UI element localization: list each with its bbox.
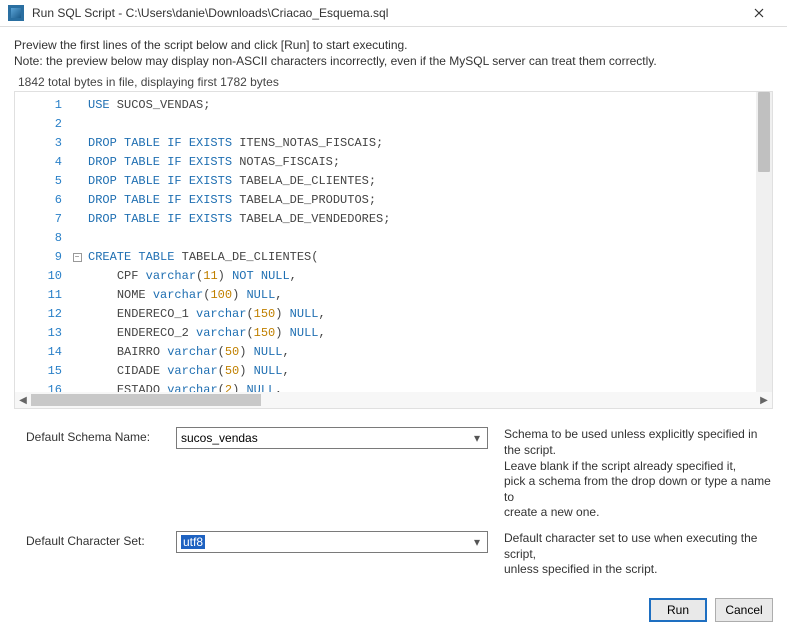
line-number: 14 xyxy=(15,343,62,362)
form-area: Default Schema Name: sucos_vendas ▾ Sche… xyxy=(14,409,773,587)
schema-select-value: sucos_vendas xyxy=(181,431,258,445)
fold-row xyxy=(70,210,84,229)
code-line: NOME varchar(100) NULL, xyxy=(88,286,756,305)
code-line: ENDERECO_2 varchar(150) NULL, xyxy=(88,324,756,343)
code-line: DROP TABLE IF EXISTS TABELA_DE_PRODUTOS; xyxy=(88,191,756,210)
line-number: 6 xyxy=(15,191,62,210)
code-line xyxy=(88,229,756,248)
line-number: 2 xyxy=(15,115,62,134)
line-number: 13 xyxy=(15,324,62,343)
code-line: DROP TABLE IF EXISTS NOTAS_FISCAIS; xyxy=(88,153,756,172)
fold-row xyxy=(70,172,84,191)
charset-label: Default Character Set: xyxy=(26,531,176,548)
preview-note: Preview the first lines of the script be… xyxy=(14,37,773,69)
line-number: 5 xyxy=(15,172,62,191)
chevron-down-icon: ▾ xyxy=(469,534,485,550)
fold-row xyxy=(70,134,84,153)
byte-info: 1842 total bytes in file, displaying fir… xyxy=(14,75,773,89)
charset-select[interactable]: utf8 ▾ xyxy=(176,531,488,553)
line-number: 15 xyxy=(15,362,62,381)
close-button[interactable] xyxy=(739,0,779,26)
chevron-down-icon: ▾ xyxy=(469,430,485,446)
line-number: 12 xyxy=(15,305,62,324)
line-number: 4 xyxy=(15,153,62,172)
run-button[interactable]: Run xyxy=(649,598,707,622)
charset-help: Default character set to use when execut… xyxy=(488,531,773,578)
horizontal-scrollbar[interactable]: ◀ ▶ xyxy=(15,392,772,408)
vertical-scrollbar-thumb[interactable] xyxy=(758,92,770,172)
code-line: DROP TABLE IF EXISTS ITENS_NOTAS_FISCAIS… xyxy=(88,134,756,153)
fold-row xyxy=(70,362,84,381)
fold-row xyxy=(70,96,84,115)
fold-row xyxy=(70,267,84,286)
code-area[interactable]: USE SUCOS_VENDAS; DROP TABLE IF EXISTS I… xyxy=(84,92,756,392)
line-number: 1 xyxy=(15,96,62,115)
note-line-2: Note: the preview below may display non-… xyxy=(14,53,773,69)
charset-row: Default Character Set: utf8 ▾ Default ch… xyxy=(26,531,773,578)
app-icon xyxy=(8,5,24,21)
horizontal-scrollbar-thumb[interactable] xyxy=(31,394,261,406)
line-number: 11 xyxy=(15,286,62,305)
close-icon xyxy=(754,8,764,18)
line-number-gutter: 12345678910111213141516 xyxy=(15,92,70,392)
fold-row xyxy=(70,381,84,392)
line-number: 10 xyxy=(15,267,62,286)
fold-toggle-icon[interactable]: − xyxy=(73,253,82,262)
code-line: BAIRRO varchar(50) NULL, xyxy=(88,343,756,362)
window-title: Run SQL Script - C:\Users\danie\Download… xyxy=(32,6,739,20)
line-number: 7 xyxy=(15,210,62,229)
scroll-left-arrow[interactable]: ◀ xyxy=(15,392,31,408)
schema-select[interactable]: sucos_vendas ▾ xyxy=(176,427,488,449)
horizontal-scrollbar-track[interactable] xyxy=(31,392,756,408)
code-line: CPF varchar(11) NOT NULL, xyxy=(88,267,756,286)
note-line-1: Preview the first lines of the script be… xyxy=(14,37,773,53)
schema-help: Schema to be used unless explicitly spec… xyxy=(488,427,773,521)
code-line: DROP TABLE IF EXISTS TABELA_DE_CLIENTES; xyxy=(88,172,756,191)
line-number: 16 xyxy=(15,381,62,392)
code-line: DROP TABLE IF EXISTS TABELA_DE_VENDEDORE… xyxy=(88,210,756,229)
line-number: 9 xyxy=(15,248,62,267)
fold-row xyxy=(70,343,84,362)
dialog-content: Preview the first lines of the script be… xyxy=(0,27,787,588)
code-line: USE SUCOS_VENDAS; xyxy=(88,96,756,115)
code-line xyxy=(88,115,756,134)
scroll-right-arrow[interactable]: ▶ xyxy=(756,392,772,408)
fold-row xyxy=(70,153,84,172)
code-line: CREATE TABLE TABELA_DE_CLIENTES( xyxy=(88,248,756,267)
cancel-button[interactable]: Cancel xyxy=(715,598,773,622)
fold-row xyxy=(70,305,84,324)
code-line: CIDADE varchar(50) NULL, xyxy=(88,362,756,381)
dialog-buttons: Run Cancel xyxy=(0,588,787,634)
fold-row xyxy=(70,229,84,248)
fold-row xyxy=(70,286,84,305)
schema-label: Default Schema Name: xyxy=(26,427,176,444)
schema-row: Default Schema Name: sucos_vendas ▾ Sche… xyxy=(26,427,773,521)
fold-column: − xyxy=(70,92,84,392)
line-number: 8 xyxy=(15,229,62,248)
code-line: ENDERECO_1 varchar(150) NULL, xyxy=(88,305,756,324)
line-number: 3 xyxy=(15,134,62,153)
titlebar: Run SQL Script - C:\Users\danie\Download… xyxy=(0,0,787,27)
charset-select-value: utf8 xyxy=(181,535,205,549)
code-line: ESTADO varchar(2) NULL, xyxy=(88,381,756,392)
vertical-scrollbar[interactable] xyxy=(756,92,772,392)
fold-row xyxy=(70,191,84,210)
sql-preview-editor: 12345678910111213141516 − USE SUCOS_VEND… xyxy=(14,91,773,409)
fold-row: − xyxy=(70,248,84,267)
fold-row xyxy=(70,115,84,134)
fold-row xyxy=(70,324,84,343)
